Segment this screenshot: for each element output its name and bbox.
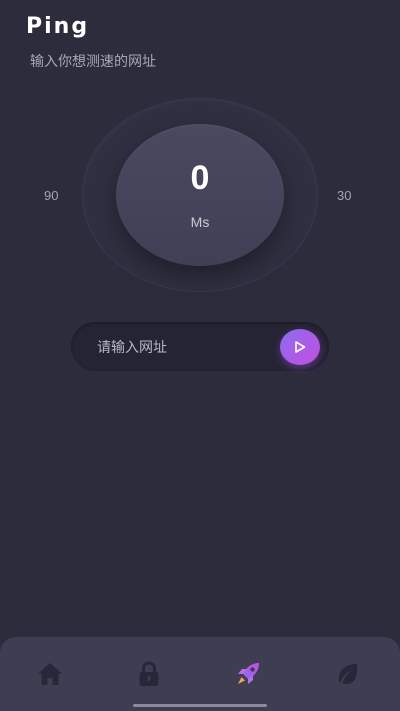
home-indicator xyxy=(133,704,267,707)
url-input[interactable] xyxy=(97,322,277,371)
ping-screen: Ping 输入你想测速的网址 0 Ms 90 30 xyxy=(0,0,400,711)
bottom-navigation xyxy=(0,637,400,711)
start-ping-button[interactable] xyxy=(280,329,320,365)
nav-item-lock[interactable] xyxy=(129,659,169,689)
rocket-icon xyxy=(238,663,259,684)
gauge-scale-right-label: 30 xyxy=(337,188,352,203)
ping-unit: Ms xyxy=(190,214,210,230)
ping-value: 0 xyxy=(190,159,210,197)
nav-item-leaf[interactable] xyxy=(328,659,368,689)
nav-item-home[interactable] xyxy=(30,659,70,689)
home-icon xyxy=(38,663,62,685)
leaf-icon xyxy=(339,664,358,684)
page-title: Ping xyxy=(26,14,90,39)
play-icon xyxy=(295,341,306,353)
page-subtitle: 输入你想测速的网址 xyxy=(30,53,156,69)
gauge-scale-left-label: 90 xyxy=(44,188,59,203)
nav-item-speed[interactable] xyxy=(228,659,268,689)
lock-icon xyxy=(139,661,159,686)
